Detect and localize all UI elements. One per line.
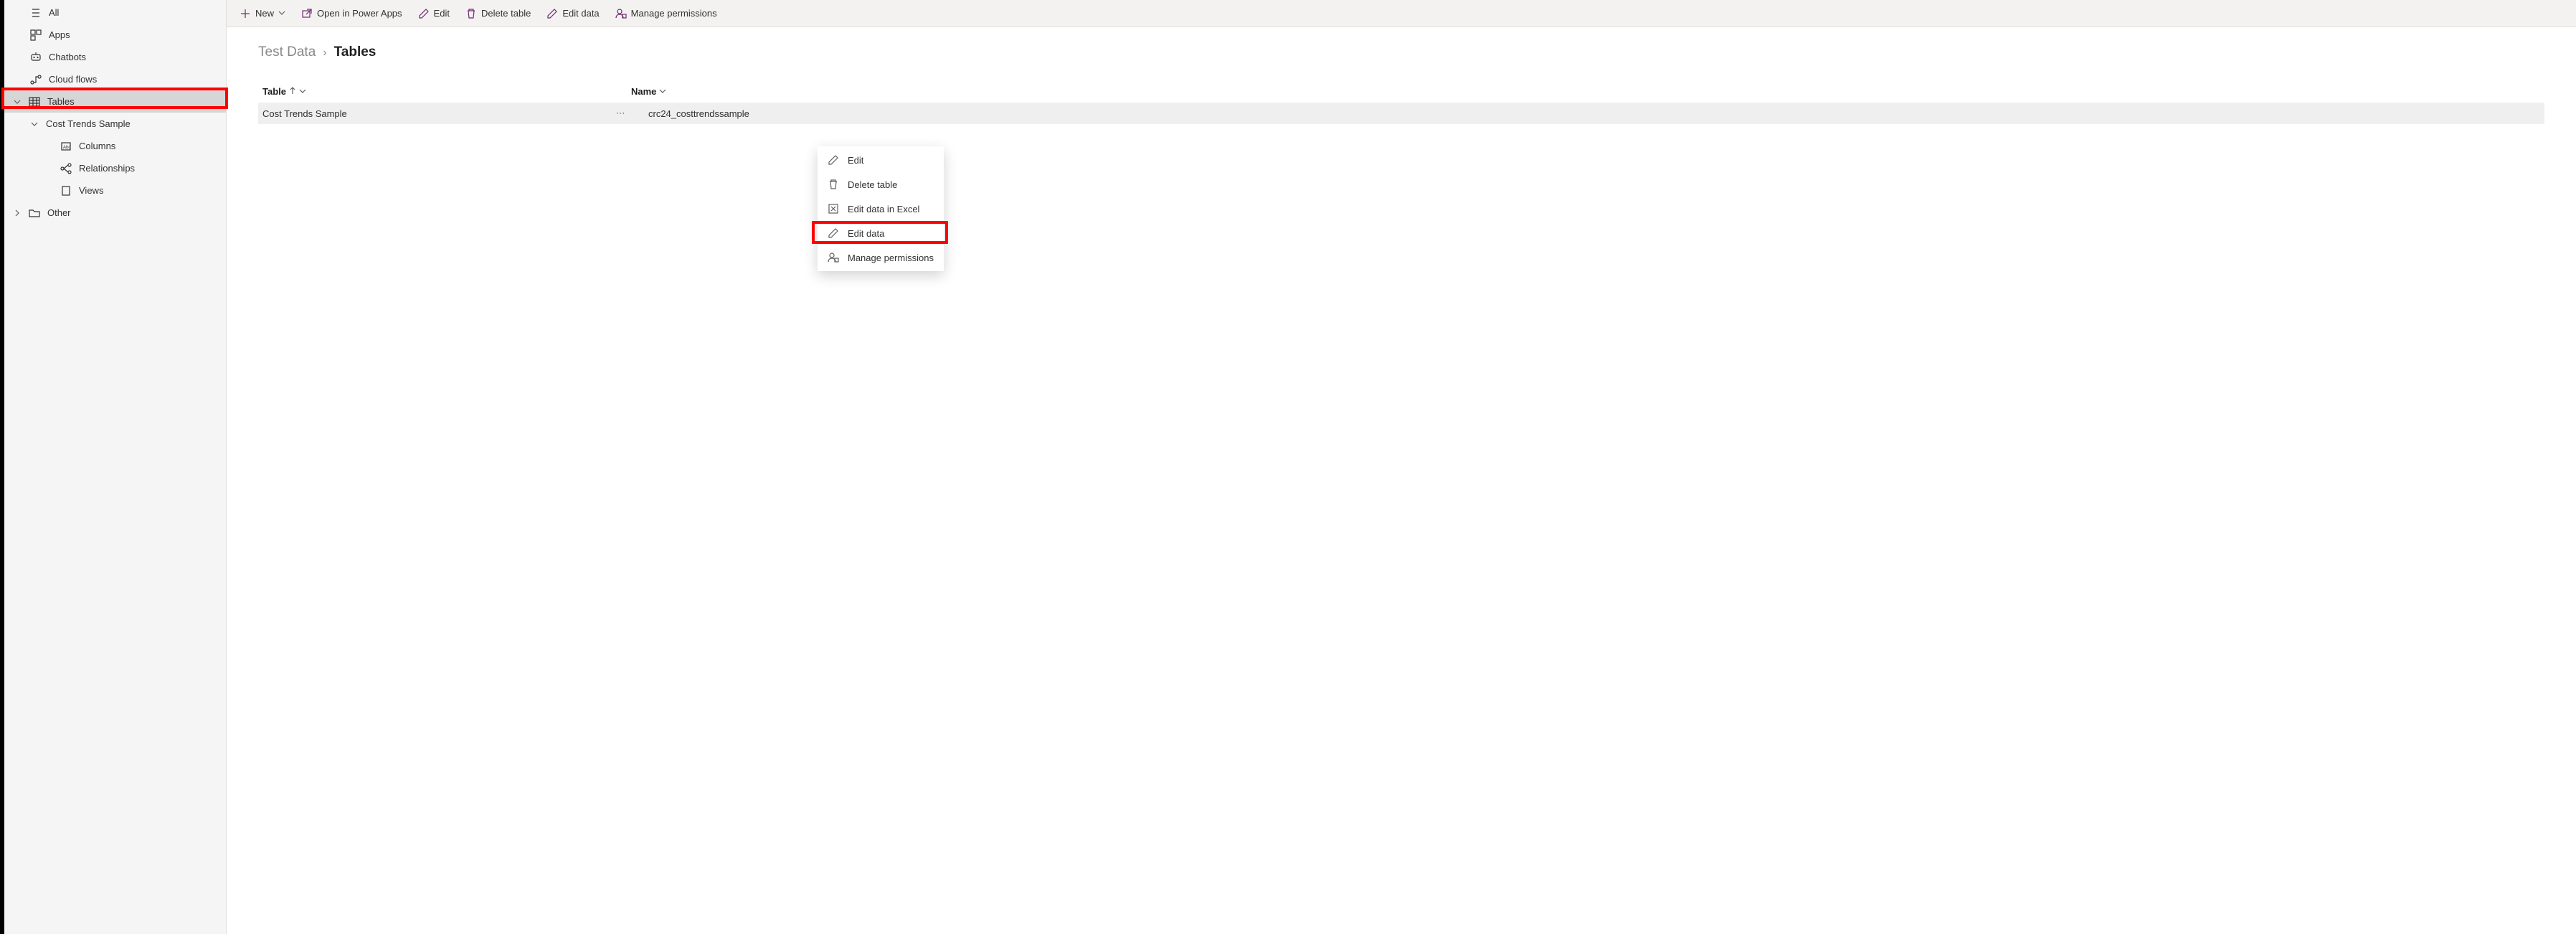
sort-asc-icon <box>289 86 296 97</box>
edit-data-button[interactable]: Edit data <box>541 0 605 27</box>
menu-item-label: Manage permissions <box>848 253 934 263</box>
sidebar-item-label: Apps <box>49 29 70 40</box>
content-area: Test Data › Tables Table Name <box>227 27 2576 934</box>
plus-icon <box>240 8 251 19</box>
open-external-icon <box>301 8 313 19</box>
sidebar-item-label: Other <box>47 207 71 218</box>
views-icon <box>60 185 72 197</box>
columns-icon: Abc <box>60 141 72 152</box>
sidebar-item-cloud-flows[interactable]: Cloud flows <box>4 68 226 90</box>
sidebar-item-other[interactable]: Other <box>4 202 226 224</box>
sidebar-item-label: All <box>49 7 59 18</box>
permissions-icon <box>828 252 839 263</box>
column-header-label: Name <box>631 86 656 97</box>
row-more-button[interactable]: ⋯ <box>610 108 631 119</box>
sidebar-item-apps[interactable]: Apps <box>4 24 226 46</box>
chatbot-icon <box>30 52 42 63</box>
toolbar-label: Delete table <box>481 8 531 19</box>
cell-table-name: Cost Trends Sample <box>258 108 610 119</box>
menu-item-label: Delete table <box>848 179 897 190</box>
sidebar-item-views[interactable]: Views <box>4 179 226 202</box>
pencil-icon <box>546 8 558 19</box>
sidebar-item-label: Cost Trends Sample <box>46 118 131 129</box>
list-icon <box>30 7 42 19</box>
menu-item-label: Edit <box>848 155 863 166</box>
menu-item-label: Edit data <box>848 228 884 239</box>
new-button[interactable]: New <box>234 0 291 27</box>
sidebar-item-chatbots[interactable]: Chatbots <box>4 46 226 68</box>
toolbar-label: New <box>255 8 274 19</box>
toolbar-label: Edit <box>434 8 450 19</box>
column-header-name[interactable]: Name <box>631 86 2544 97</box>
breadcrumb-parent[interactable]: Test Data <box>258 44 316 60</box>
breadcrumb-current: Tables <box>334 44 377 60</box>
tables-list: Table Name Cost Trends Sample <box>258 80 2544 124</box>
toolbar-label: Open in Power Apps <box>317 8 402 19</box>
svg-text:Abc: Abc <box>63 146 70 150</box>
sidebar-item-relationships[interactable]: Relationships <box>4 157 226 179</box>
sidebar-item-label: Columns <box>79 141 115 151</box>
toolbar-label: Edit data <box>562 8 599 19</box>
sidebar-item-label: Views <box>79 185 103 196</box>
apps-icon <box>30 29 42 41</box>
chevron-down-icon <box>30 121 39 128</box>
sidebar-item-label: Tables <box>47 96 75 107</box>
sidebar: All Apps Chatbots Cloud flows Tables Cos… <box>4 0 227 934</box>
sidebar-item-cost-trends-sample[interactable]: Cost Trends Sample <box>4 113 226 135</box>
chevron-down-icon <box>13 98 22 105</box>
menu-item-edit[interactable]: Edit <box>818 148 944 172</box>
column-header-label: Table <box>262 86 286 97</box>
chevron-down-icon <box>278 8 285 19</box>
row-context-menu: Edit Delete table Edit data in Excel Edi… <box>818 146 944 271</box>
table-icon <box>29 96 40 108</box>
column-header-row: Table Name <box>258 80 2544 103</box>
sidebar-item-label: Chatbots <box>49 52 86 62</box>
open-in-power-apps-button[interactable]: Open in Power Apps <box>295 0 408 27</box>
sidebar-item-all[interactable]: All <box>4 1 226 24</box>
chevron-right-icon <box>13 209 22 217</box>
breadcrumb: Test Data › Tables <box>258 44 2544 60</box>
sidebar-item-label: Cloud flows <box>49 74 97 85</box>
delete-table-button[interactable]: Delete table <box>460 0 536 27</box>
permissions-icon <box>615 8 627 19</box>
chevron-down-icon <box>659 86 666 97</box>
pencil-icon <box>828 154 839 166</box>
chevron-down-icon <box>299 86 306 97</box>
pencil-icon <box>418 8 430 19</box>
trash-icon <box>828 179 839 190</box>
folder-icon <box>29 207 40 219</box>
menu-item-label: Edit data in Excel <box>848 204 919 214</box>
menu-item-edit-data[interactable]: Edit data <box>818 221 944 245</box>
flow-icon <box>30 74 42 85</box>
table-row[interactable]: Cost Trends Sample ⋯ crc24_costtrendssam… <box>258 103 2544 124</box>
main-area: New Open in Power Apps Edit Delete table <box>227 0 2576 934</box>
manage-permissions-button[interactable]: Manage permissions <box>610 0 723 27</box>
sidebar-item-label: Relationships <box>79 163 135 174</box>
relationships-icon <box>60 163 72 174</box>
edit-button[interactable]: Edit <box>412 0 455 27</box>
sidebar-item-columns[interactable]: Abc Columns <box>4 135 226 157</box>
pencil-icon <box>828 227 839 239</box>
column-header-table[interactable]: Table <box>258 86 631 97</box>
sidebar-item-tables[interactable]: Tables <box>4 90 226 113</box>
trash-icon <box>465 8 477 19</box>
menu-item-edit-data-excel[interactable]: Edit data in Excel <box>818 197 944 221</box>
toolbar: New Open in Power Apps Edit Delete table <box>227 0 2576 27</box>
toolbar-label: Manage permissions <box>631 8 717 19</box>
breadcrumb-separator: › <box>323 47 326 60</box>
menu-item-manage-permissions[interactable]: Manage permissions <box>818 245 944 270</box>
cell-schema-name: crc24_costtrendssample <box>631 108 2544 119</box>
excel-icon <box>828 203 839 214</box>
menu-item-delete-table[interactable]: Delete table <box>818 172 944 197</box>
